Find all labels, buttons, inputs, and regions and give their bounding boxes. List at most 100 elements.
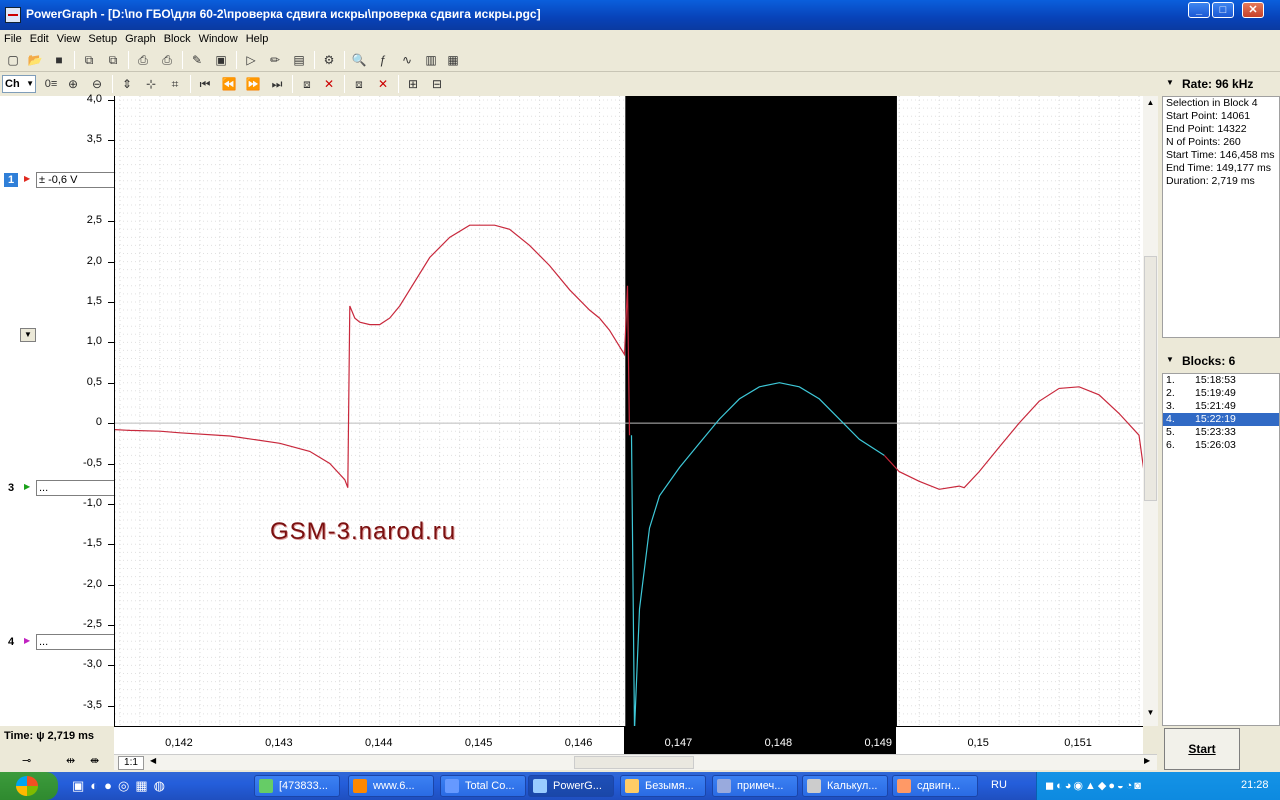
y-tick-label: 4,0 [86, 93, 102, 106]
play-arrow-icon[interactable]: ▶ [24, 174, 30, 183]
channel-number[interactable]: 4 [4, 635, 18, 649]
collapse-icon[interactable]: ⊟ [428, 75, 446, 93]
start-button[interactable]: Start [1164, 728, 1240, 770]
channel-number[interactable]: 3 [4, 481, 18, 495]
plot-area[interactable]: GSM-3.narod.ru [114, 96, 1145, 731]
block-list-item[interactable]: 6. 15:26:03 [1163, 439, 1279, 452]
menu-help[interactable]: Help [242, 30, 273, 47]
expand-icon[interactable]: ⊞ [404, 75, 422, 93]
marker-icon[interactable]: ⧈ [298, 75, 316, 93]
block-list-item[interactable]: 4. 15:22:19 [1163, 413, 1279, 426]
scale-box[interactable]: 1:1 [118, 756, 144, 770]
spectrum-icon[interactable]: ▦ [444, 51, 462, 69]
close-button[interactable]: ✕ [1242, 2, 1264, 18]
channel-select[interactable]: Ch ▼ [2, 75, 36, 93]
menu-file[interactable]: File [0, 30, 26, 47]
new-file-icon[interactable]: ▢ [4, 51, 22, 69]
chevron-down-icon[interactable]: ▼ [20, 328, 36, 342]
block-number: 3. [1166, 400, 1175, 412]
search-icon[interactable]: 🔍 [350, 51, 368, 69]
maximize-button[interactable]: □ [1212, 2, 1234, 18]
histogram-icon[interactable]: ▥ [422, 51, 440, 69]
chevron-down-icon[interactable]: ▼ [1166, 355, 1174, 364]
fit-icon[interactable]: ⌗ [166, 75, 184, 93]
fft-icon[interactable]: ƒ [374, 51, 392, 69]
vertical-fit-icon[interactable]: ⇕ [118, 75, 136, 93]
menu-edit[interactable]: Edit [26, 30, 53, 47]
time-compress-icon[interactable]: ⇼ [90, 754, 99, 767]
delete-marker-icon[interactable]: ✕ [320, 75, 338, 93]
graph-toolbar: Ch ▼ 0≡ ⊕ ⊖ ⇕ ⊹ ⌗ ⏮ ⏪ ⏩ ⏭ ⧈ ✕ ⧈ ✕ ⊞ ⊟ [0, 72, 1160, 96]
open-folder-icon[interactable]: 📂 [26, 51, 44, 69]
block-list-item[interactable]: 2. 15:19:49 [1163, 387, 1279, 400]
channel-value-field[interactable]: ... [36, 634, 114, 650]
taskbar-button[interactable]: Total Co... [440, 775, 526, 797]
taskbar-button[interactable]: www.6... [348, 775, 434, 797]
print-icon[interactable]: ⎙ [134, 51, 152, 69]
scroll-up-icon[interactable]: ▲ [1144, 98, 1157, 112]
run-icon[interactable]: ▷ [242, 51, 260, 69]
scroll-thumb[interactable] [1144, 256, 1157, 501]
menu-setup[interactable]: Setup [84, 30, 121, 47]
horizontal-scrollbar[interactable]: 1:1 ◀ ▶ [114, 754, 1157, 770]
menu-graph[interactable]: Graph [121, 30, 160, 47]
language-indicator[interactable]: RU [991, 779, 1007, 791]
display-icon[interactable]: ▤ [290, 51, 308, 69]
go-end-icon[interactable]: ⏭ [268, 75, 286, 93]
block-list-item[interactable]: 3. 15:21:49 [1163, 400, 1279, 413]
taskbar-button[interactable]: примеч... [712, 775, 798, 797]
zoom-in-icon[interactable]: ⊕ [64, 75, 82, 93]
taskbar-button[interactable]: сдвигн... [892, 775, 978, 797]
pin-icon[interactable]: ⊸ [22, 754, 31, 767]
play-arrow-icon[interactable]: ▶ [24, 482, 30, 491]
block-icon[interactable]: ⧈ [350, 75, 368, 93]
settings-icon[interactable]: ⚙ [320, 51, 338, 69]
copy-icon[interactable]: ⧉ [80, 51, 98, 69]
tray-icons[interactable]: ◼◐◕◉▲◆●◒◔◙ [1045, 779, 1143, 792]
channel-row-4[interactable]: 4 ▶ ... [0, 634, 114, 650]
center-icon[interactable]: ⊹ [142, 75, 160, 93]
zoom-out-icon[interactable]: ⊖ [88, 75, 106, 93]
time-expand-icon[interactable]: ⇹ [66, 754, 75, 767]
waveform-chart[interactable] [114, 96, 1145, 731]
rewind-icon[interactable]: ⏪ [220, 75, 238, 93]
taskbar-button[interactable]: Безымя... [620, 775, 706, 797]
start-menu-button[interactable] [0, 772, 58, 800]
block-list-item[interactable]: 1. 15:18:53 [1163, 374, 1279, 387]
channel-value-field[interactable]: ... [36, 480, 114, 496]
menu-window[interactable]: Window [195, 30, 242, 47]
minimize-button[interactable]: _ [1188, 2, 1210, 18]
taskbar-button[interactable]: Калькул... [802, 775, 888, 797]
graph-icon[interactable]: ∿ [398, 51, 416, 69]
go-start-icon[interactable]: ⏮ [196, 75, 214, 93]
fast-forward-icon[interactable]: ⏩ [244, 75, 262, 93]
channel-row-3[interactable]: 3 ▶ ... [0, 480, 114, 496]
chevron-down-icon[interactable]: ▼ [1166, 78, 1174, 87]
menu-view[interactable]: View [53, 30, 85, 47]
vertical-scrollbar[interactable]: ▲ ▼ [1143, 96, 1158, 726]
zero-offset-icon[interactable]: 0≡ [42, 75, 60, 93]
menu-block[interactable]: Block [160, 30, 195, 47]
scroll-left-icon[interactable]: ◀ [150, 756, 156, 765]
scroll-right-icon[interactable]: ▶ [1144, 756, 1150, 765]
taskbar-button[interactable]: PowerG... [528, 775, 614, 797]
channel-value-field[interactable]: ± -0,6 V [36, 172, 114, 188]
channel-number[interactable]: 1 [4, 173, 18, 187]
scroll-down-icon[interactable]: ▼ [1144, 708, 1157, 722]
block-list-item[interactable]: 5. 15:23:33 [1163, 426, 1279, 439]
probe-icon[interactable]: ✎ [188, 51, 206, 69]
play-arrow-icon[interactable]: ▶ [24, 636, 30, 645]
x-tick-label: 0,147 [664, 737, 693, 749]
print-preview-icon[interactable]: ⎙ [158, 51, 176, 69]
quick-launch-icons[interactable]: ▣◐●◎▦◍ [72, 778, 171, 794]
delete-block-icon[interactable]: ✕ [374, 75, 392, 93]
paste-icon[interactable]: ⧉ [104, 51, 122, 69]
pencil-icon[interactable]: ✏ [266, 51, 284, 69]
series-line-1 [114, 224, 631, 488]
device-icon[interactable]: ▣ [212, 51, 230, 69]
channel-row-1[interactable]: 1 ▶ ± -0,6 V [0, 172, 114, 188]
save-icon[interactable]: ■ [50, 51, 68, 69]
h-scroll-thumb[interactable] [574, 756, 694, 769]
system-tray: RU ◼◐◕◉▲◆●◒◔◙ 21:28 [991, 772, 1280, 800]
taskbar-button[interactable]: [473833... [254, 775, 340, 797]
